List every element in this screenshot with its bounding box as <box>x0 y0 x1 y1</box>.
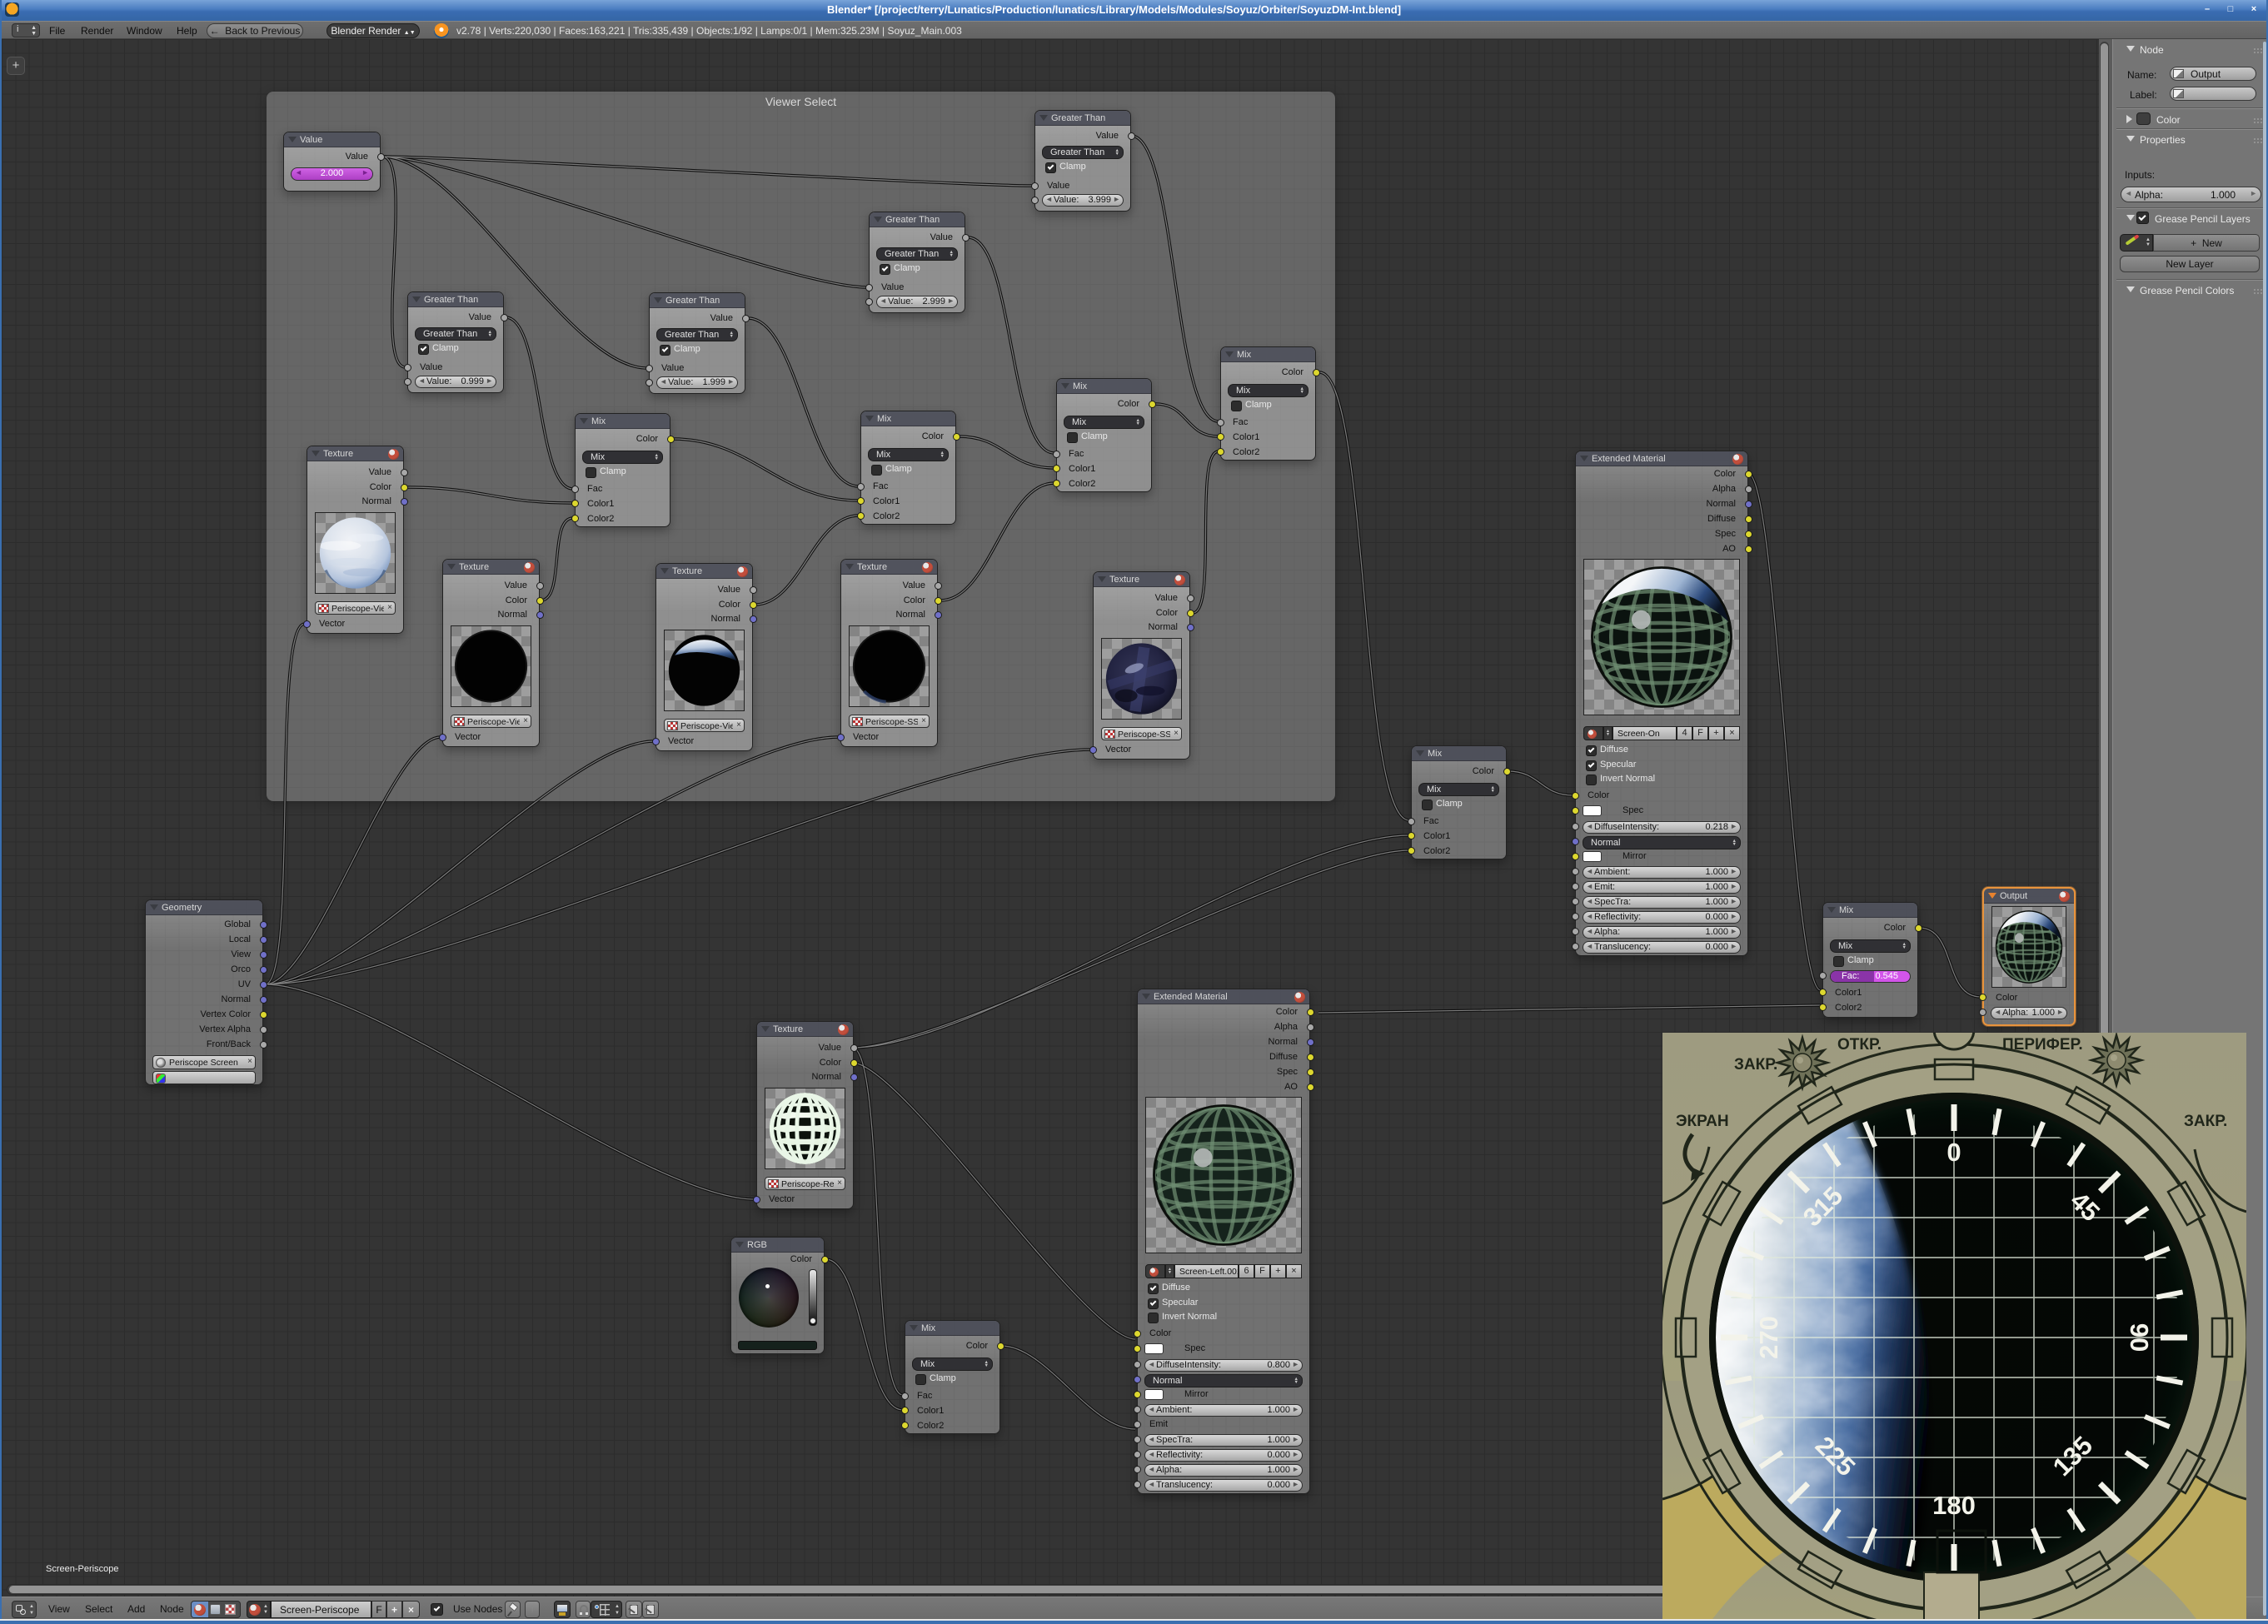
svg-text:ЭКРАН: ЭКРАН <box>1676 1113 1729 1130</box>
svg-text:270: 270 <box>1754 1316 1783 1359</box>
svg-text:90: 90 <box>2125 1323 2154 1352</box>
svg-text:180: 180 <box>1932 1491 1976 1520</box>
svg-text:ЗАКР.: ЗАКР. <box>1734 1056 1777 1074</box>
svg-text:ОТКР.: ОТКР. <box>1837 1036 1882 1054</box>
svg-text:ПЕРИФЕР.: ПЕРИФЕР. <box>2002 1036 2083 1054</box>
svg-text:ЗАКР.: ЗАКР. <box>2184 1113 2227 1130</box>
svg-text:0: 0 <box>1946 1138 1961 1167</box>
